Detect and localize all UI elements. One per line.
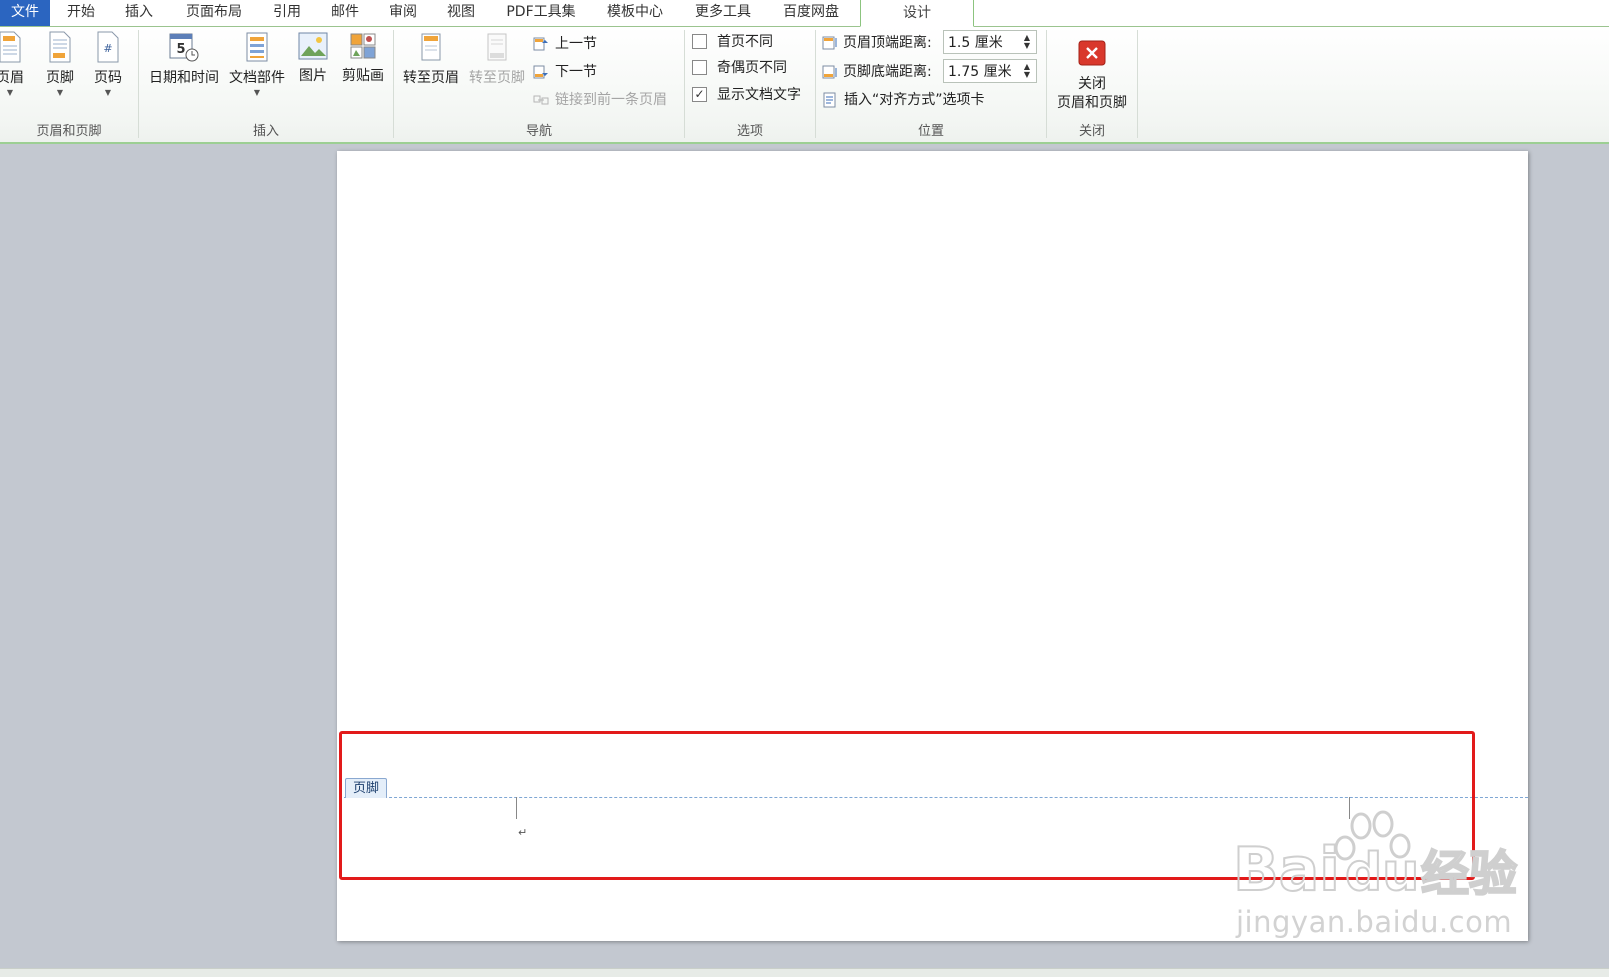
checkmark-icon: ✓ xyxy=(692,86,707,102)
tab-page-layout[interactable]: 页面布局 xyxy=(176,0,252,26)
group-label-close: 关闭 xyxy=(1078,124,1105,139)
checkbox-box xyxy=(692,59,707,75)
date-time-label: 日期和时间 xyxy=(149,70,219,86)
odd-even-different-checkbox[interactable]: 奇偶页不同 xyxy=(692,57,787,79)
link-to-previous-label: 链接到前一条页眉 xyxy=(555,92,667,108)
date-time-button[interactable]: 5 日期和时间 xyxy=(146,31,222,88)
tab-pdf-tools[interactable]: PDF工具集 xyxy=(498,0,584,26)
tab-home[interactable]: 开始 xyxy=(56,0,106,26)
link-to-previous-button[interactable]: 链接到前一条页眉 xyxy=(533,89,667,111)
calendar-clock-icon: 5 xyxy=(169,33,199,62)
svg-text:5: 5 xyxy=(176,42,185,57)
first-page-different-label: 首页不同 xyxy=(717,34,773,50)
next-section-icon xyxy=(533,65,548,79)
goto-footer-icon xyxy=(487,33,507,61)
header-top-distance-value: 1.5 厘米 xyxy=(948,35,1003,51)
footer-button-label: 页脚 xyxy=(46,70,74,86)
doc-parts-icon xyxy=(246,32,268,62)
next-section-button[interactable]: 下一节 xyxy=(533,61,597,83)
prev-section-button[interactable]: 上一节 xyxy=(533,33,597,55)
header-icon xyxy=(0,31,21,63)
tab-design[interactable]: 设计 xyxy=(860,0,974,27)
footer-bottom-distance-value: 1.75 厘米 xyxy=(948,64,1012,80)
doc-parts-label: 文档部件 xyxy=(229,70,285,86)
page-number-button-label: 页码 xyxy=(94,70,122,86)
checkbox-box xyxy=(692,33,707,49)
next-section-label: 下一节 xyxy=(555,64,597,80)
odd-even-different-label: 奇偶页不同 xyxy=(717,60,787,76)
insert-alignment-tab-label: 插入“对齐方式”选项卡 xyxy=(844,92,985,108)
tab-review[interactable]: 审阅 xyxy=(378,0,428,26)
clipart-icon xyxy=(350,33,376,59)
goto-footer-button[interactable]: 转至页脚 xyxy=(466,31,528,88)
picture-icon xyxy=(298,32,328,60)
footer-bottom-distance-label: 页脚底端距离: xyxy=(822,60,932,84)
tab-file[interactable]: 文件 xyxy=(0,0,50,26)
goto-header-button[interactable]: 转至页眉 xyxy=(400,31,462,88)
tab-view[interactable]: 视图 xyxy=(436,0,486,26)
close-header-footer-button[interactable]: 关闭 页眉和页脚 xyxy=(1050,31,1134,113)
prev-section-label: 上一节 xyxy=(555,36,597,52)
watermark-url: jingyan.baidu.com xyxy=(1236,905,1513,939)
tab-more-tools[interactable]: 更多工具 xyxy=(686,0,760,26)
picture-label: 图片 xyxy=(299,68,327,84)
goto-header-label: 转至页眉 xyxy=(403,70,459,86)
goto-header-icon xyxy=(421,33,441,61)
close-label-line2: 页眉和页脚 xyxy=(1057,95,1127,111)
clipart-button[interactable]: 剪贴画 xyxy=(340,31,386,86)
link-icon xyxy=(533,95,549,105)
footer-button[interactable]: 页脚 ▼ xyxy=(42,31,78,97)
footer-icon xyxy=(49,31,71,63)
insert-alignment-icon xyxy=(823,92,836,108)
page-number-button[interactable]: # 页码 ▼ xyxy=(90,31,126,97)
page-number-icon: # xyxy=(97,31,119,63)
tab-template-center[interactable]: 模板中心 xyxy=(598,0,672,26)
tab-insert[interactable]: 插入 xyxy=(114,0,164,26)
footer-bottom-distance-text: 页脚底端距离: xyxy=(843,64,932,80)
spinner-arrows-icon[interactable]: ▲ ▼ xyxy=(1024,34,1030,50)
header-button[interactable]: 页眉 ▼ xyxy=(0,31,24,97)
group-label-options: 选项 xyxy=(736,124,763,139)
svg-text:#: # xyxy=(103,42,112,55)
close-label-line1: 关闭 xyxy=(1078,76,1106,92)
picture-button[interactable]: 图片 xyxy=(296,31,330,86)
header-top-distance-text: 页眉顶端距离: xyxy=(843,35,932,51)
first-page-different-checkbox[interactable]: 首页不同 xyxy=(692,31,773,53)
header-distance-icon xyxy=(822,36,837,50)
group-label-header-footer: 页眉和页脚 xyxy=(36,124,102,139)
close-icon xyxy=(1078,40,1106,66)
group-label-position: 位置 xyxy=(917,124,944,139)
tab-references[interactable]: 引用 xyxy=(262,0,312,26)
group-separator xyxy=(1137,30,1138,138)
footer-distance-icon xyxy=(822,65,837,79)
tab-baidu-netdisk[interactable]: 百度网盘 xyxy=(774,0,848,26)
ribbon-tab-bar: 文件 开始 插入 页面布局 引用 邮件 审阅 视图 PDF工具集 模板中心 更多… xyxy=(0,0,1609,27)
group-label-insert: 插入 xyxy=(252,124,279,139)
show-document-text-label: 显示文档文字 xyxy=(717,87,801,103)
clipart-label: 剪贴画 xyxy=(342,68,384,84)
chevron-down-icon: ▼ xyxy=(6,88,14,97)
group-label-navigation: 导航 xyxy=(525,124,552,139)
chevron-down-icon: ▼ xyxy=(56,88,64,97)
insert-alignment-tab-button[interactable]: 插入“对齐方式”选项卡 xyxy=(822,89,985,111)
prev-section-icon xyxy=(533,37,548,51)
chevron-down-icon: ▼ xyxy=(253,88,261,97)
tab-mail[interactable]: 邮件 xyxy=(320,0,370,26)
header-button-label: 页眉 xyxy=(0,70,24,86)
footer-bottom-distance-spinner[interactable]: 1.75 厘米 ▲ ▼ xyxy=(943,59,1037,83)
ribbon-design: 页眉 ▼ 页脚 ▼ # 页码 ▼ 页眉和页脚 5 日期和时间 文档部件 ▼ 图片… xyxy=(0,27,1609,144)
highlight-annotation-box xyxy=(339,731,1475,880)
show-document-text-checkbox[interactable]: ✓ 显示文档文字 xyxy=(692,84,801,106)
header-top-distance-label: 页眉顶端距离: xyxy=(822,31,932,55)
chevron-down-icon: ▼ xyxy=(104,88,112,97)
header-top-distance-spinner[interactable]: 1.5 厘米 ▲ ▼ xyxy=(943,30,1037,54)
doc-parts-button[interactable]: 文档部件 ▼ xyxy=(226,31,288,97)
goto-footer-label: 转至页脚 xyxy=(469,70,525,86)
spinner-arrows-icon[interactable]: ▲ ▼ xyxy=(1024,63,1030,79)
